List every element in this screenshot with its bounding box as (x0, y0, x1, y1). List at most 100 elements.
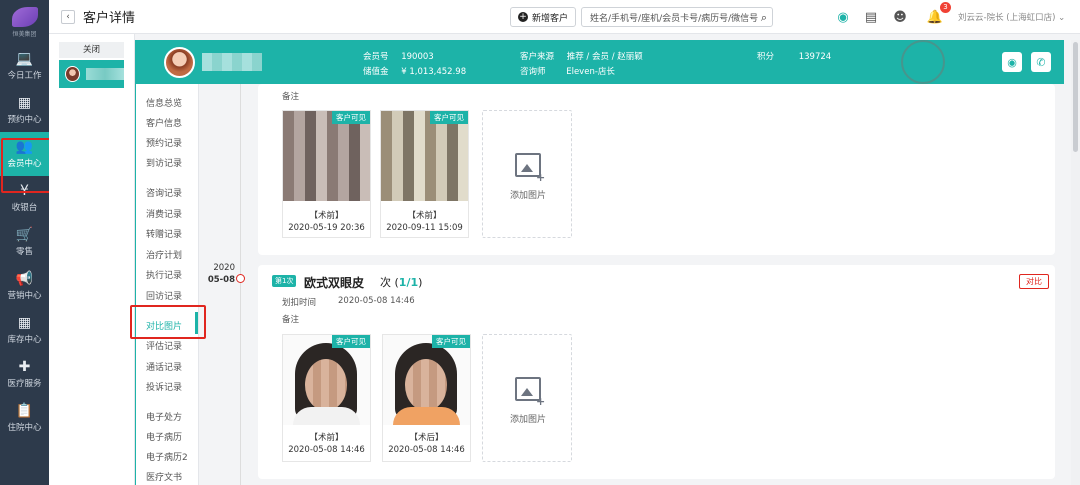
close-tab-button[interactable]: 关闭 (59, 42, 124, 58)
photo-time: 2020-05-19 20:36 (288, 223, 365, 233)
compare-button[interactable]: 对比 (1019, 274, 1049, 289)
plus-icon: + (518, 12, 528, 22)
nav-item-inpatient[interactable]: 📋 住院中心 (0, 396, 49, 440)
menu-item-followups[interactable]: 回访记录 (146, 289, 182, 302)
wechat-icon[interactable]: ◉ (834, 8, 852, 26)
photo-time: 2020-05-08 14:46 (288, 445, 365, 455)
photo-time: 2020-09-11 15:09 (386, 223, 463, 233)
stamp-watermark (901, 40, 945, 84)
new-customer-button[interactable]: + 新增客户 (510, 7, 577, 27)
menu-item-medical-record[interactable]: 电子病历 (146, 430, 182, 443)
photo-thumbnail[interactable]: 客户可见 【术前】 2020-05-08 14:46 (282, 334, 371, 462)
menu-item-customer-info[interactable]: 客户信息 (146, 116, 182, 129)
menu-item-consultations[interactable]: 咨询记录 (146, 186, 182, 199)
add-photo-button[interactable]: + 添加图片 (482, 110, 572, 238)
wechat-button[interactable]: ◉ (1002, 52, 1022, 72)
nav-item-inventory[interactable]: ▦ 库存中心 (0, 308, 49, 352)
nav-label: 库存中心 (7, 335, 42, 345)
photo-image (283, 111, 370, 201)
menu-item-transfers[interactable]: 转赠记录 (146, 227, 182, 240)
menu-item-execution[interactable]: 执行记录 (146, 268, 182, 281)
nav-label: 医疗服务 (7, 379, 42, 389)
wechat-icon: ◉ (1007, 55, 1017, 69)
logo: 恒美集团 (0, 0, 49, 44)
search-icon[interactable]: ⌕ (761, 11, 767, 25)
avatar (65, 66, 80, 82)
menu-item-medical-docs[interactable]: 医疗文书 (146, 470, 182, 483)
consultant: 咨询师 Eleven-店长 (520, 67, 615, 77)
menu-item-visits[interactable]: 到访记录 (146, 156, 182, 169)
nav-item-today-work[interactable]: 💻 今日工作 (0, 44, 49, 88)
highlight-frame (1, 138, 54, 193)
blurred-name (85, 68, 124, 80)
customer-menu: 信息总览 客户信息 预约记录 到访记录 咨询记录 消费记录 转赠记录 治疗计划 … (135, 84, 199, 485)
menu-item-consumption[interactable]: 消费记录 (146, 207, 182, 220)
menu-item-prescriptions[interactable]: 电子处方 (146, 410, 182, 423)
menu-item-appointments[interactable]: 预约记录 (146, 136, 182, 149)
document-icon[interactable]: ▤ (862, 8, 880, 26)
remark-label: 备注 (282, 315, 300, 325)
menu-item-complaints[interactable]: 投诉记录 (146, 380, 182, 393)
customer-header: 会员号 190003 储值金 ¥ 1,013,452.98 客户来源 推荐 / … (135, 40, 1064, 84)
back-button[interactable]: ‹ (61, 9, 75, 24)
treatment-record-card: 第1次 欧式双眼皮 次 (1/1) 对比 划扣时间 2020-05-08 14:… (258, 265, 1055, 479)
user-menu[interactable]: 刘云云-院长 (上海虹口店) ⌄ (958, 11, 1065, 23)
laptop-icon: 💻 (15, 51, 34, 67)
highlight-frame (130, 305, 206, 339)
search-input[interactable]: 姓名/手机号/座机/会员卡号/病历号/微信号 ⌕ (581, 7, 773, 27)
scrollbar[interactable] (1071, 40, 1080, 485)
add-photo-button[interactable]: + 添加图片 (482, 334, 572, 462)
nav-item-medical[interactable]: ✚ 医疗服务 (0, 352, 49, 396)
left-nav: 恒美集团 💻 今日工作 ▦ 预约中心 👥 会员中心 ¥ 收银台 🛒 零售 📢 营… (0, 0, 49, 485)
deduct-time-label: 划扣时间 (282, 298, 317, 308)
phone-icon: ✆ (1036, 55, 1046, 69)
customer-avatar (164, 47, 195, 78)
new-customer-label: 新增客户 (532, 13, 569, 24)
photo-record-card: 备注 客户可见 【术前】 2020-05-19 20:36 客户可见 【术前】 … (258, 84, 1055, 255)
photo-thumbnail[interactable]: 客户可见 【术后】 2020-05-08 14:46 (382, 334, 471, 462)
photo-thumbnail[interactable]: 客户可见 【术前】 2020-09-11 15:09 (380, 110, 469, 238)
menu-item-calls[interactable]: 通话记录 (146, 360, 182, 373)
menu-item-assessments[interactable]: 评估记录 (146, 339, 182, 352)
photo-caption: 【术前】 (309, 433, 344, 443)
timeline-date: 2020 05-08 (207, 263, 235, 285)
phone-button[interactable]: ✆ (1031, 52, 1051, 72)
balance: 储值金 ¥ 1,013,452.98 (363, 67, 467, 77)
menu-item-medical-record-2[interactable]: 电子病历2 (146, 450, 188, 463)
scrollbar-thumb[interactable] (1073, 42, 1078, 152)
nav-label: 住院中心 (7, 423, 42, 433)
search-placeholder: 姓名/手机号/座机/会员卡号/病历号/微信号 (590, 13, 759, 24)
calendar-icon: ▦ (17, 95, 32, 111)
megaphone-icon: 📢 (15, 271, 34, 287)
timeline-line (240, 84, 241, 485)
points: 积分 139724 (757, 52, 832, 62)
visibility-badge: 客户可见 (332, 111, 370, 124)
cart-icon: 🛒 (15, 227, 34, 243)
photo-image (283, 335, 370, 425)
nav-item-marketing[interactable]: 📢 营销中心 (0, 264, 49, 308)
nav-label: 今日工作 (7, 71, 42, 81)
group-icon[interactable]: ☻ (891, 8, 909, 26)
chevron-down-icon: ⌄ (1058, 13, 1066, 23)
logo-text: 恒美集团 (12, 30, 37, 38)
open-tabs-column: 关闭 (49, 34, 135, 485)
logo-mark (11, 6, 38, 27)
nav-item-appointment[interactable]: ▦ 预约中心 (0, 88, 49, 132)
member-no: 会员号 190003 (363, 52, 434, 62)
nav-label: 营销中心 (7, 291, 42, 301)
plus-icon: + (536, 395, 546, 408)
menu-item-overview[interactable]: 信息总览 (146, 96, 182, 109)
photo-image (383, 335, 470, 425)
menu-item-treatment-plan[interactable]: 治疗计划 (146, 248, 182, 261)
nav-label: 零售 (15, 247, 33, 257)
add-photo-label: 添加图片 (509, 191, 546, 201)
photo-caption: 【术前】 (309, 211, 344, 221)
nav-label: 收银台 (11, 203, 38, 213)
nav-item-retail[interactable]: 🛒 零售 (0, 220, 49, 264)
photo-time: 2020-05-08 14:46 (388, 445, 465, 455)
notification-badge: 3 (940, 2, 951, 13)
photo-thumbnail[interactable]: 客户可见 【术前】 2020-05-19 20:36 (282, 110, 371, 238)
photo-caption: 【术后】 (409, 433, 444, 443)
customer-tab[interactable] (59, 60, 124, 88)
page-title: 客户详情 (83, 11, 136, 26)
